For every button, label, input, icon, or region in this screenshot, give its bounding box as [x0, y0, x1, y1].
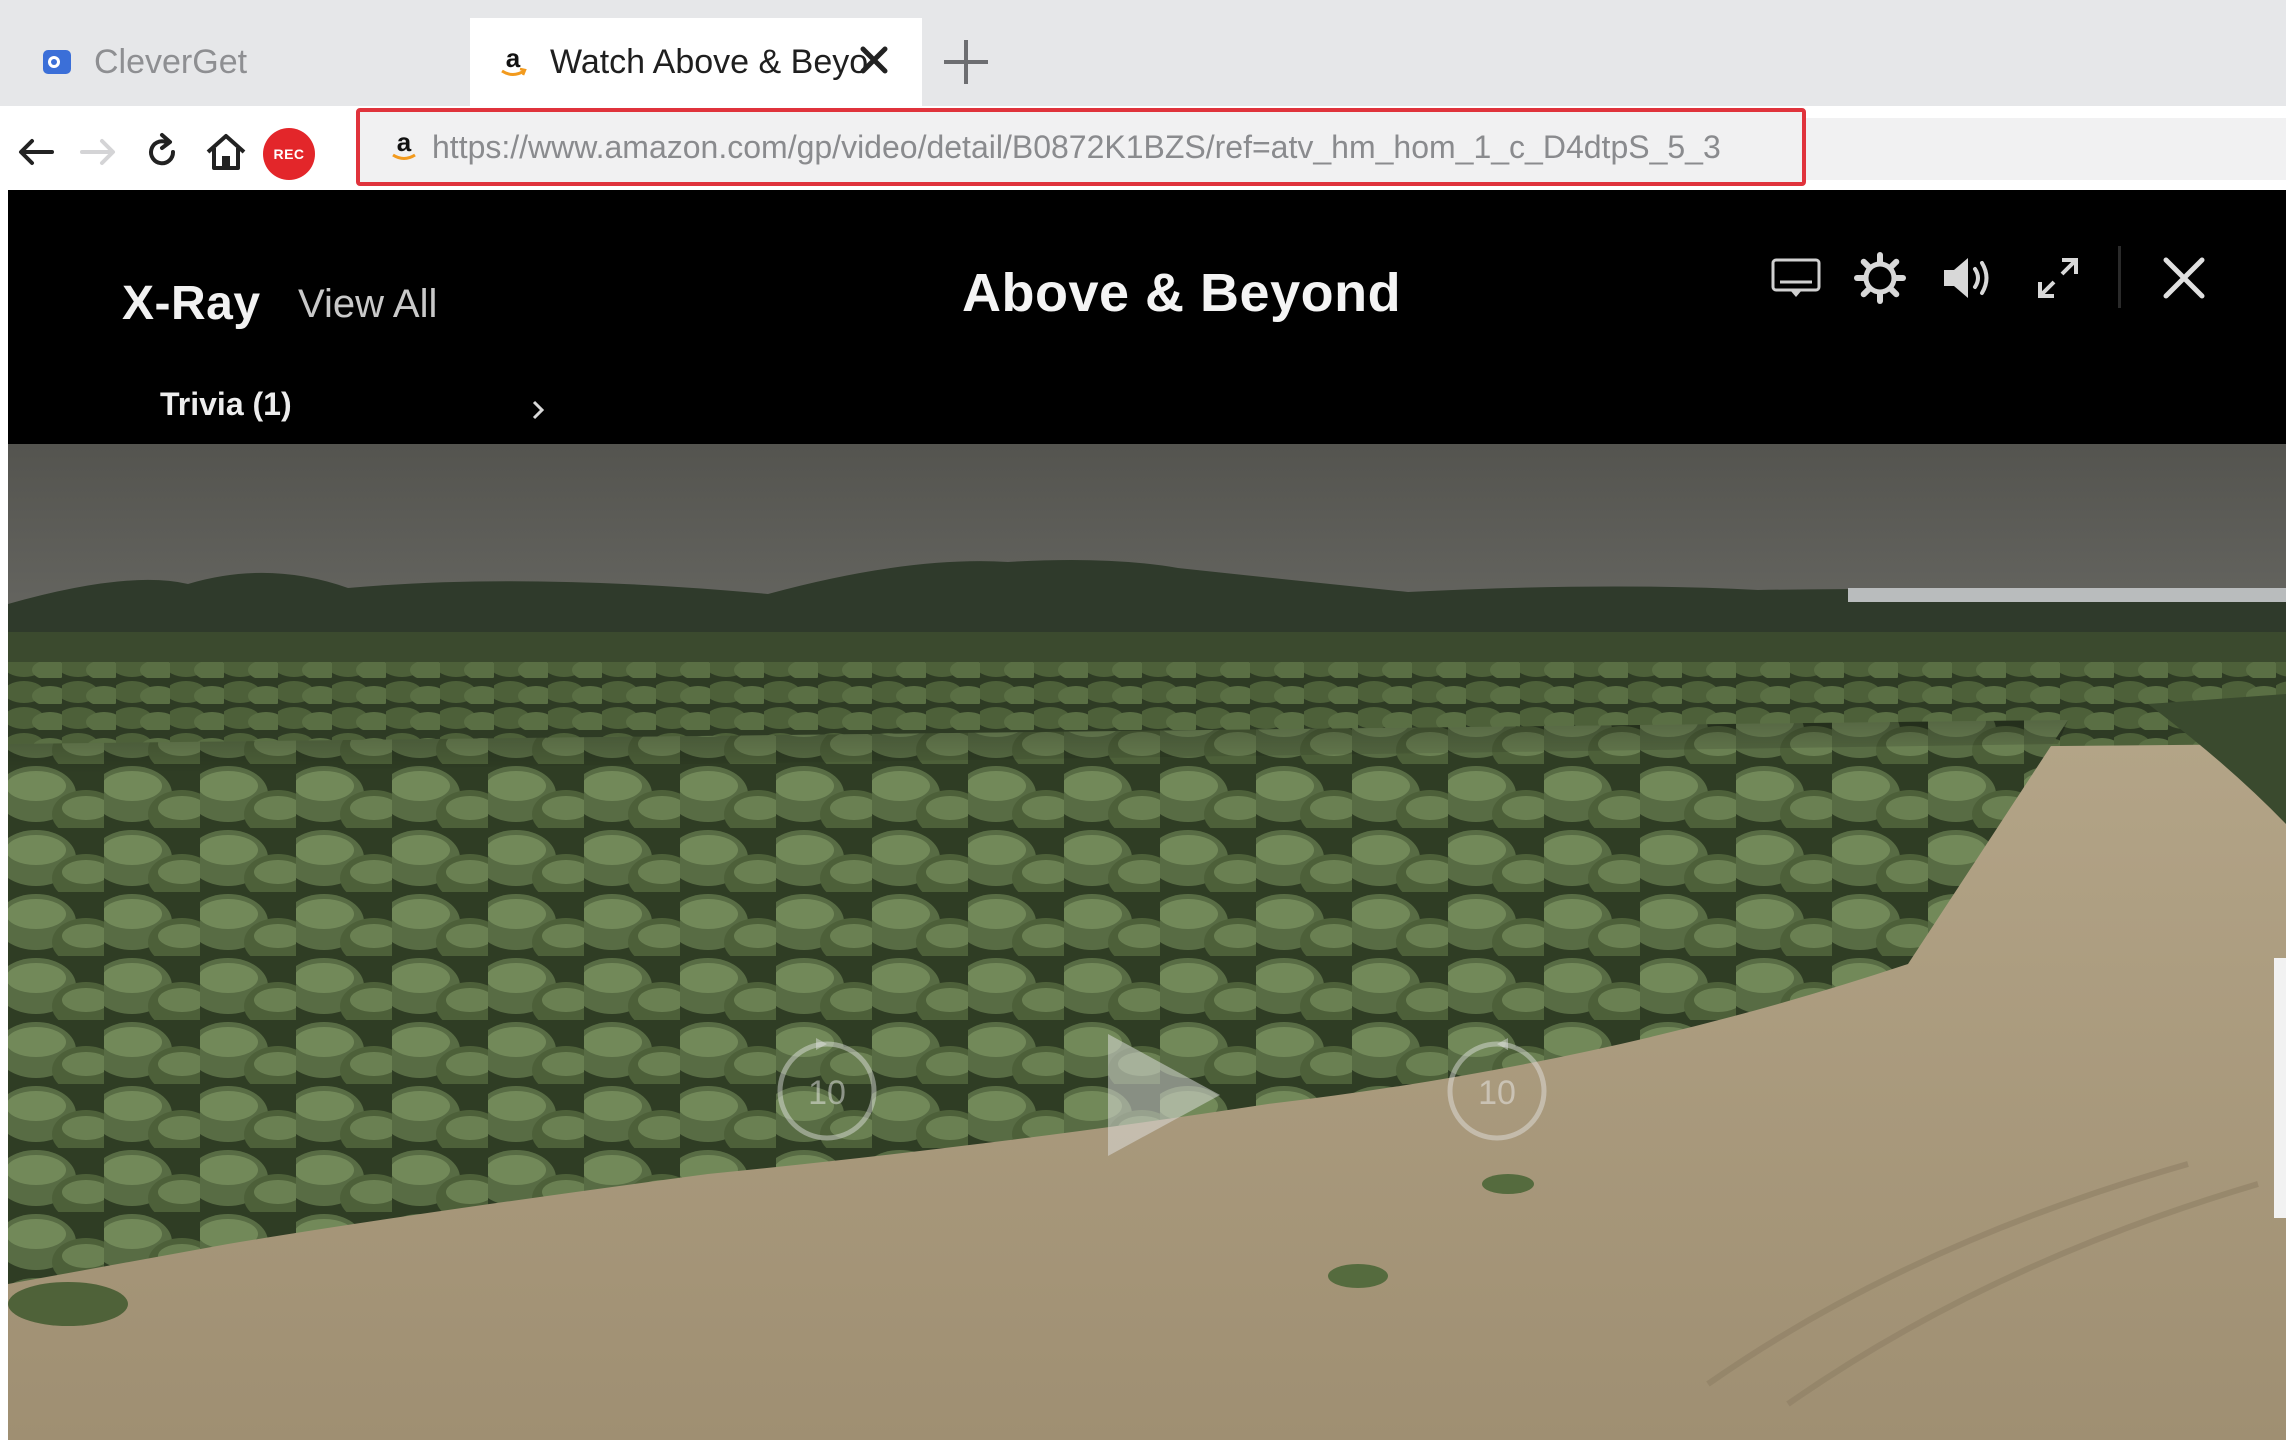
scrollbar[interactable]: [2274, 958, 2286, 1218]
reload-icon[interactable]: [140, 130, 184, 174]
xray-title: X-Ray: [122, 277, 261, 330]
back-arrow-icon[interactable]: [14, 130, 58, 174]
view-all-link[interactable]: View All: [298, 282, 437, 327]
rewind-10-icon[interactable]: 10: [772, 1036, 882, 1146]
tab-label: CleverGet: [94, 42, 248, 81]
amazon-favicon-icon: a: [496, 45, 530, 79]
tab-close-icon[interactable]: [854, 40, 894, 80]
new-tab-plus-icon[interactable]: [938, 34, 994, 90]
gear-icon[interactable]: [1852, 250, 1908, 306]
video-frame[interactable]: [8, 444, 2286, 1440]
chevron-right-icon[interactable]: [524, 396, 552, 424]
cleverget-favicon-icon: [40, 45, 74, 79]
home-icon[interactable]: [202, 128, 250, 176]
rec-button[interactable]: REC: [263, 128, 315, 180]
rewind-seconds-label: 10: [808, 1074, 846, 1112]
window-edge: [0, 190, 8, 1440]
forward-arrow-icon[interactable]: [76, 130, 120, 174]
address-amazon-favicon-icon: a: [384, 126, 424, 166]
svg-text:a: a: [397, 129, 412, 157]
address-bar-extension: [1806, 118, 2286, 180]
forward-10-icon[interactable]: 10: [1442, 1036, 1552, 1146]
subtitles-icon[interactable]: [1768, 250, 1824, 306]
address-url[interactable]: https://www.amazon.com/gp/video/detail/B…: [432, 126, 1721, 168]
volume-icon[interactable]: [1938, 250, 1994, 306]
controls-divider: [2118, 246, 2121, 308]
forward-seconds-label: 10: [1478, 1074, 1516, 1112]
svg-text:a: a: [506, 45, 521, 73]
video-title: Above & Beyond: [962, 263, 1402, 323]
play-icon[interactable]: [1098, 1030, 1228, 1160]
fullscreen-icon[interactable]: [2030, 250, 2086, 306]
tab-label: Watch Above & Beyo: [550, 42, 869, 81]
tab-watch-above-beyond[interactable]: a Watch Above & Beyo: [470, 18, 922, 106]
close-icon[interactable]: [2156, 250, 2212, 306]
trivia-item[interactable]: Trivia (1): [160, 386, 292, 423]
tab-cleverget[interactable]: CleverGet: [18, 18, 458, 106]
